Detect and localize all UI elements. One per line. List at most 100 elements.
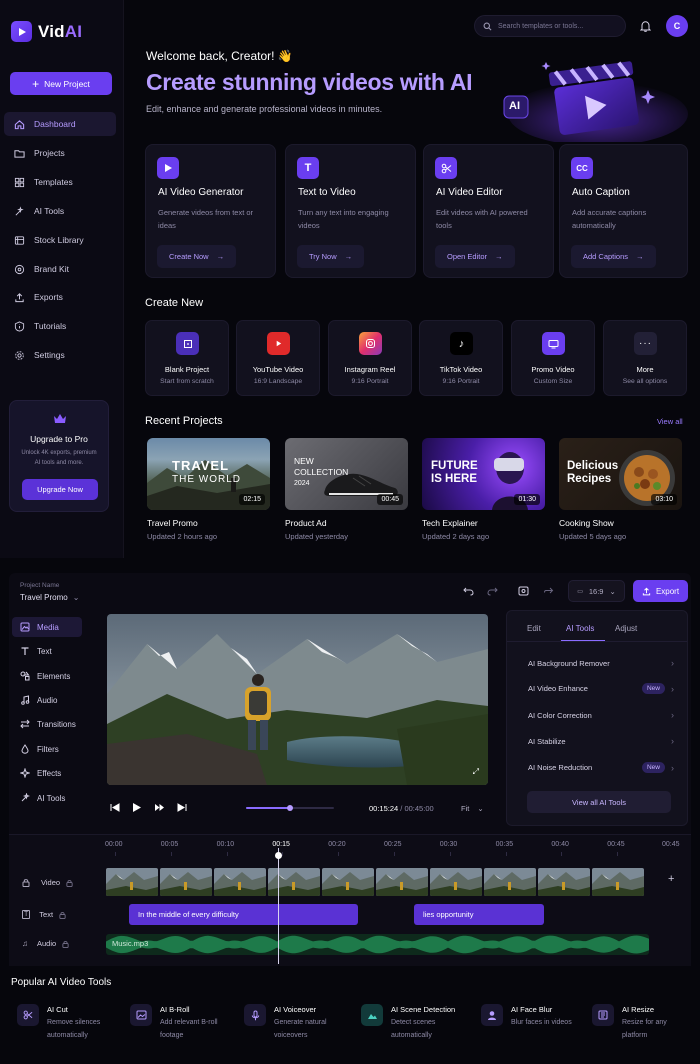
undo-icon[interactable] (463, 586, 474, 596)
page-headline: Create stunning videos with AI (146, 69, 473, 95)
skip-back-icon[interactable] (110, 803, 120, 812)
user-avatar[interactable]: C (666, 15, 688, 37)
thumbnail-overlay-text: TRAVEL (172, 458, 230, 473)
tool-filters[interactable]: Filters (12, 739, 82, 759)
popular-tool-ai-voiceover[interactable]: AI Voiceover Generate natural voiceovers (244, 1004, 336, 1042)
playhead[interactable] (278, 848, 279, 964)
tool-elements[interactable]: Elements (12, 666, 82, 686)
feature-card-ai-video-generator[interactable]: AI Video Generator Generate videos from … (145, 144, 276, 278)
sidebar-item-stock-library[interactable]: Stock Library (4, 228, 116, 252)
ai-tool-row[interactable]: AI Stabilize › (528, 736, 674, 746)
add-captions-button[interactable]: Add Captions → (571, 245, 656, 268)
ai-tools-panel: Edit AI Tools Adjust AI Background Remov… (506, 610, 688, 826)
new-project-button[interactable]: + New Project (10, 72, 112, 95)
tool-label: Media (37, 622, 59, 632)
track-label-text: T Text (22, 910, 66, 919)
forward-icon[interactable] (543, 586, 554, 596)
video-preview[interactable]: ⤢ (107, 614, 488, 785)
transitions-icon (20, 719, 30, 729)
ai-tool-row[interactable]: AI Background Remover › (528, 658, 674, 668)
create-promo-video[interactable]: Promo Video Custom Size (511, 320, 595, 396)
tab-ai-tools[interactable]: AI Tools (566, 624, 594, 633)
tool-effects[interactable]: Effects (12, 763, 82, 783)
create-now-button[interactable]: Create Now → (157, 245, 237, 268)
recent-project-card[interactable]: Delicious Recipes 03:10 Cooking Show Upd… (559, 438, 682, 541)
recent-project-card[interactable]: NEW COLLECTION 2024 00:45 Product Ad Upd… (285, 438, 408, 541)
upgrade-now-button[interactable]: Upgrade Now (22, 479, 98, 500)
export-button[interactable]: Export (633, 580, 688, 602)
fullscreen-icon[interactable]: ⤢ (473, 767, 479, 777)
skip-forward-icon[interactable] (177, 803, 187, 812)
play-icon[interactable] (132, 802, 142, 813)
recent-project-card[interactable]: TRAVEL THE WORLD 02:15 Travel Promo Upda… (147, 438, 270, 541)
popular-tool-ai-face-blur[interactable]: AI Face Blur Blur faces in videos (481, 1004, 573, 1030)
bell-icon[interactable] (640, 20, 651, 32)
create-blank-project[interactable]: Blank Project Start from scratch (145, 320, 229, 396)
app-logo[interactable]: VidAI (11, 21, 82, 42)
sidebar-item-templates[interactable]: Templates (4, 170, 116, 194)
ai-tool-row[interactable]: AI Noise Reduction New › (528, 762, 674, 773)
timeline-tick: 00:10 (216, 841, 235, 848)
ai-tool-row[interactable]: AI Color Correction › (528, 710, 674, 720)
try-now-button[interactable]: Try Now → (297, 245, 365, 268)
popular-tool-ai-b-roll[interactable]: AI B-Roll Add relevant B-roll footage (130, 1004, 222, 1042)
redo-icon[interactable] (487, 586, 498, 596)
fit-select[interactable]: Fit ⌄ (461, 804, 484, 813)
sidebar-item-settings[interactable]: Settings (4, 343, 116, 367)
sidebar-item-ai-tools[interactable]: AI Tools (4, 199, 116, 223)
popular-tool-ai-scene-detection[interactable]: AI Scene Detection Detect scenes automati… (361, 1004, 455, 1042)
playhead-handle[interactable] (275, 852, 282, 859)
aspect-ratio-select[interactable]: ▭ 16:9 ⌄ (568, 580, 625, 602)
feature-card-auto-caption[interactable]: CC Auto Caption Add accurate captions au… (559, 144, 688, 278)
feature-card-ai-video-editor[interactable]: AI Video Editor Edit videos with AI powe… (423, 144, 554, 278)
tool-audio[interactable]: Audio (12, 690, 82, 710)
duration-badge: 03:10 (651, 494, 677, 505)
lock-icon[interactable] (22, 878, 30, 887)
open-editor-button[interactable]: Open Editor → (435, 245, 515, 268)
text-clip[interactable]: lies opportunity (414, 904, 544, 925)
popular-tool-ai-cut[interactable]: AI Cut Remove silences automatically (17, 1004, 109, 1042)
timeline-tick-mark (338, 852, 340, 856)
tab-edit[interactable]: Edit (527, 624, 541, 633)
fast-forward-icon[interactable] (154, 803, 165, 812)
text-clip[interactable]: In the middle of every difficulty (129, 904, 358, 925)
preview-toggle-icon[interactable] (518, 586, 529, 596)
tool-name: AI Cut (47, 1005, 68, 1014)
tool-transitions[interactable]: Transitions (12, 714, 82, 734)
sidebar-item-label: Projects (34, 148, 65, 158)
tool-media[interactable]: Media (12, 617, 82, 637)
sidebar-item-tutorials[interactable]: Tutorials (4, 314, 116, 338)
popular-tool-ai-resize[interactable]: AI Resize Resize for any platform (592, 1004, 684, 1042)
create-more[interactable]: ··· More See all options (603, 320, 687, 396)
create-instagram-reel[interactable]: Instagram Reel 9:16 Portrait (328, 320, 412, 396)
lock-icon[interactable] (59, 911, 66, 919)
recent-projects-title: Recent Projects (145, 415, 223, 427)
project-name-select[interactable]: Travel Promo ⌄ (20, 593, 79, 602)
lock-icon[interactable] (62, 940, 69, 948)
timeline-tick: 00:15 (272, 841, 290, 848)
search-input[interactable]: Search templates or tools... (474, 15, 626, 37)
sidebar-item-projects[interactable]: Projects (4, 141, 116, 165)
sidebar-item-exports[interactable]: Exports (4, 285, 116, 309)
playback-progress-handle[interactable] (287, 805, 293, 811)
lock-icon[interactable] (66, 879, 73, 887)
upgrade-title: Upgrade to Pro (30, 434, 88, 444)
playback-progress-bar[interactable] (246, 805, 334, 811)
sparkles-icon (21, 793, 30, 802)
feature-card-text-to-video[interactable]: T Text to Video Turn any text into engag… (285, 144, 416, 278)
recent-project-card[interactable]: FUTURE IS HERE 01:30 Tech Explainer Upda… (422, 438, 545, 541)
create-tiktok-video[interactable]: ♪ TikTok Video 9:16 Portrait (419, 320, 503, 396)
add-clip-icon[interactable]: + (668, 873, 674, 885)
tool-ai-tools[interactable]: AI Tools (12, 788, 82, 808)
audio-clip[interactable]: Music.mp3 (106, 934, 649, 955)
tool-text[interactable]: Text (12, 641, 82, 661)
view-all-ai-tools-button[interactable]: View all AI Tools (527, 791, 671, 813)
tab-adjust[interactable]: Adjust (615, 624, 637, 633)
view-all-link[interactable]: View all (657, 417, 683, 426)
sidebar-item-label: Stock Library (34, 235, 84, 245)
create-youtube-video[interactable]: YouTube Video 16:9 Landscape (236, 320, 320, 396)
ai-tool-row[interactable]: AI Video Enhance New › (528, 683, 674, 694)
sidebar-item-dashboard[interactable]: Dashboard (4, 112, 116, 136)
sidebar-item-brand-kit[interactable]: Brand Kit (4, 257, 116, 281)
feature-title: AI Video Generator (158, 187, 244, 198)
